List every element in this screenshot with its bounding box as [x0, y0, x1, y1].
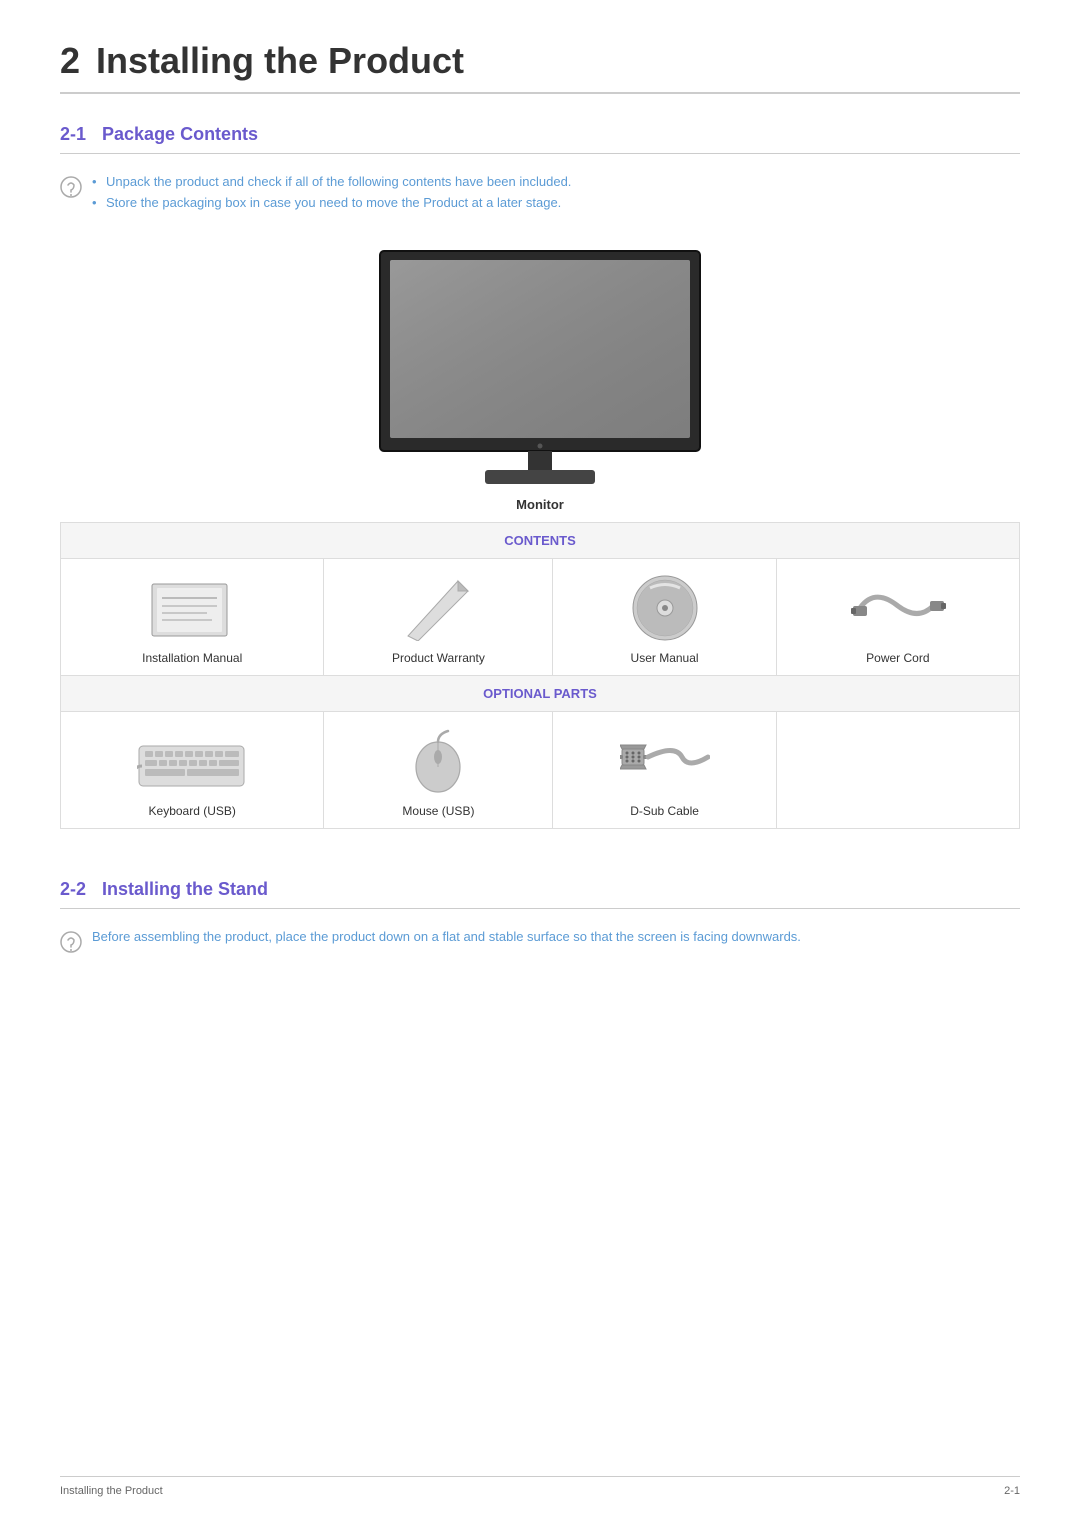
note-item-1: Unpack the product and check if all of t…: [92, 174, 571, 189]
keyboard-image: [71, 726, 313, 796]
footer: Installing the Product 2-1: [60, 1476, 1020, 1497]
cd-svg: [630, 573, 700, 643]
keyboard-svg: [137, 731, 247, 791]
power-cord-svg: [848, 576, 948, 641]
dsub-label: D-Sub Cable: [563, 804, 765, 818]
product-warranty-image: [334, 573, 542, 643]
dsub-image: [563, 726, 765, 796]
contents-item-installation-manual: Installation Manual: [61, 559, 324, 676]
note-block: Unpack the product and check if all of t…: [60, 174, 1020, 216]
contents-item-product-warranty: Product Warranty: [324, 559, 553, 676]
caution-text: Before assembling the product, place the…: [92, 929, 801, 944]
keyboard-label: Keyboard (USB): [71, 804, 313, 818]
caution-block: Before assembling the product, place the…: [60, 929, 1020, 953]
contents-table: CONTENTS Installa: [60, 522, 1020, 829]
power-cord-label: Power Cord: [787, 651, 1009, 665]
product-warranty-svg: [403, 576, 473, 641]
chapter-title: Installing the Product: [96, 40, 464, 81]
chapter-header: 2 Installing the Product: [60, 40, 1020, 94]
mouse-label: Mouse (USB): [334, 804, 542, 818]
mouse-svg: [403, 729, 473, 794]
mouse-image: [334, 726, 542, 796]
monitor-label: Monitor: [60, 497, 1020, 512]
contents-item-user-manual: User Manual: [553, 559, 776, 676]
section-header-2-2: 2-2 Installing the Stand: [60, 879, 1020, 909]
footer-right: 2-1: [1004, 1485, 1020, 1497]
section-2-1: 2-1 Package Contents Unpack the product …: [60, 124, 1020, 829]
optional-header: OPTIONAL PARTS: [483, 686, 597, 701]
dsub-svg: [620, 729, 710, 794]
contents-header: CONTENTS: [504, 533, 576, 548]
power-cord-image: [787, 573, 1009, 643]
empty-image: [787, 740, 1009, 810]
section-title-2-2: Installing the Stand: [102, 879, 268, 900]
contents-item-power-cord: Power Cord: [776, 559, 1019, 676]
optional-item-keyboard: Keyboard (USB): [61, 712, 324, 829]
user-manual-label: User Manual: [563, 651, 765, 665]
section-header-2-1: 2-1 Package Contents: [60, 124, 1020, 154]
installation-manual-svg: [147, 576, 237, 641]
optional-item-mouse: Mouse (USB): [324, 712, 553, 829]
section-title-2-1: Package Contents: [102, 124, 258, 145]
caution-icon: [60, 931, 82, 953]
installation-manual-label: Installation Manual: [71, 651, 313, 665]
section-number-2-1: 2-1: [60, 124, 86, 145]
chapter-number: 2: [60, 40, 80, 81]
product-warranty-label: Product Warranty: [334, 651, 542, 665]
footer-left: Installing the Product: [60, 1485, 163, 1497]
optional-item-dsub: D-Sub Cable: [553, 712, 776, 829]
note-icon: [60, 176, 82, 198]
note-list: Unpack the product and check if all of t…: [92, 174, 571, 216]
monitor-svg: [370, 246, 710, 486]
monitor-image: [370, 246, 710, 489]
monitor-image-container: Monitor: [60, 246, 1020, 512]
section-number-2-2: 2-2: [60, 879, 86, 900]
note-item-2: Store the packaging box in case you need…: [92, 195, 571, 210]
optional-item-empty: [776, 712, 1019, 829]
user-manual-image: [563, 573, 765, 643]
section-2-2: 2-2 Installing the Stand Before assembli…: [60, 879, 1020, 953]
installation-manual-image: [71, 573, 313, 643]
